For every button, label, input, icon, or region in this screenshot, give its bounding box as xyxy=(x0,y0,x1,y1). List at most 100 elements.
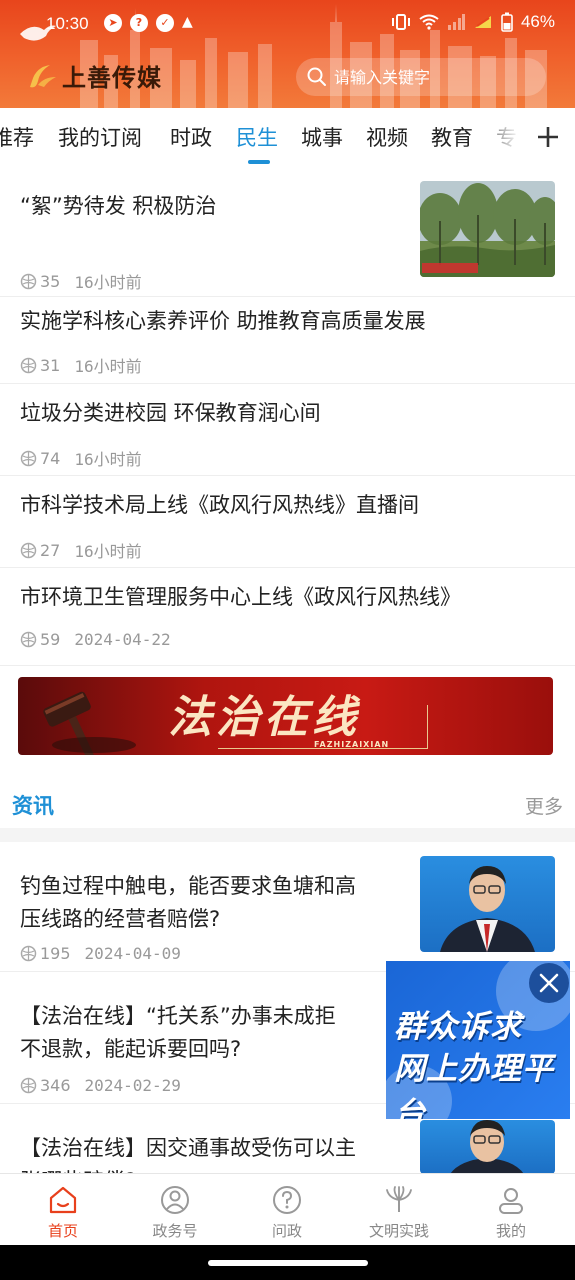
tabs-fade xyxy=(470,108,520,166)
search-input[interactable] xyxy=(334,67,534,87)
publish-time: 16小时前 xyxy=(74,542,142,561)
ad-line2: 网上办理平台 xyxy=(394,1051,554,1119)
news-title: 市科学技术局上线《政风行风热线》直播间 xyxy=(20,493,419,517)
government-account-icon xyxy=(161,1186,189,1214)
news-title: 市环境卫生管理服务中心上线《政风行风热线》 xyxy=(20,585,461,609)
news-title: 垃圾分类进校园 环保教育润心间 xyxy=(20,401,321,425)
view-count: 31 xyxy=(40,355,61,375)
nav-government-account[interactable]: 政务号 xyxy=(135,1184,215,1241)
news-thumbnail xyxy=(420,181,555,277)
close-icon xyxy=(539,973,559,993)
nav-profile[interactable]: 我的 xyxy=(471,1184,551,1241)
tab-education[interactable]: 教育 xyxy=(431,122,473,152)
active-tab-indicator xyxy=(248,160,270,164)
lawyer-portrait xyxy=(420,856,555,952)
search-icon xyxy=(307,67,326,86)
info-section-header: 资讯 更多 xyxy=(0,778,575,828)
publish-time: 16小时前 xyxy=(74,357,142,376)
views-icon xyxy=(20,273,37,289)
vibrate-icon xyxy=(391,14,410,30)
home-gesture-handle[interactable] xyxy=(208,1260,368,1266)
news-item[interactable]: “絮”势待发 积极防治 35 16小时前 xyxy=(0,166,575,297)
more-link[interactable]: 更多 xyxy=(525,792,563,819)
view-count: 35 xyxy=(40,271,61,291)
nav-label: 问政 xyxy=(271,1222,302,1240)
gavel-icon xyxy=(43,691,136,755)
ad-line1: 群众诉求 xyxy=(394,1009,522,1045)
nav-civilization-practice[interactable]: 文明实践 xyxy=(359,1184,439,1241)
plus-icon xyxy=(537,127,558,147)
news-meta: 59 2024-04-22 xyxy=(20,630,171,649)
views-icon xyxy=(20,945,37,962)
news-item[interactable]: 市科学技术局上线《政风行风热线》直播间 27 16小时前 xyxy=(0,476,575,568)
news-title-line1: 钓鱼过程中触电，能否要求鱼塘和高 xyxy=(20,874,356,898)
news-title: “絮”势待发 积极防治 xyxy=(20,194,217,218)
home-icon xyxy=(49,1186,77,1214)
news-meta: 74 16小时前 xyxy=(20,446,142,470)
news-meta: 27 16小时前 xyxy=(20,538,142,562)
wifi-icon xyxy=(419,14,439,30)
section-title: 资讯 xyxy=(12,794,54,818)
news-item[interactable]: 市环境卫生管理服务中心上线《政风行风热线》 59 2024-04-22 xyxy=(0,568,575,666)
search-box[interactable] xyxy=(296,58,546,96)
publish-time: 2024-04-22 xyxy=(74,630,171,649)
nav-label: 文明实践 xyxy=(368,1222,429,1240)
nav-label: 政务号 xyxy=(152,1222,198,1240)
publish-time: 2024-04-09 xyxy=(84,944,181,963)
civilization-practice-icon xyxy=(386,1186,412,1212)
profile-icon xyxy=(499,1188,523,1214)
lawyer-portrait xyxy=(420,1120,555,1174)
question-icon xyxy=(273,1186,301,1214)
view-count: 74 xyxy=(40,448,61,468)
tab-subscriptions[interactable]: 我的订阅 xyxy=(58,122,142,152)
status-right: 46% xyxy=(391,12,555,32)
publish-time: 16小时前 xyxy=(74,273,142,292)
views-icon xyxy=(20,542,37,558)
help-icon: ? xyxy=(130,14,148,32)
law-online-banner[interactable]: 法治在线 FAZHIZAIXIAN xyxy=(18,677,553,755)
add-tab-button[interactable] xyxy=(520,108,575,166)
battery-icon xyxy=(501,12,513,32)
bottom-navigation: 首页 政务号 问政 文明实践 我的 xyxy=(0,1173,575,1245)
news-meta: 195 2024-04-09 xyxy=(20,944,181,963)
views-icon xyxy=(20,631,37,648)
app-name: 上善传媒 xyxy=(62,63,162,92)
news-meta: 31 16小时前 xyxy=(20,353,142,377)
views-icon xyxy=(20,357,37,373)
banner-subtitle: FAZHIZAIXIAN xyxy=(314,740,390,749)
close-ad-button[interactable] xyxy=(529,963,569,1003)
tab-video[interactable]: 视频 xyxy=(366,122,408,152)
tab-livelihood[interactable]: 民生 xyxy=(236,122,278,152)
banner-title: 法治在线 xyxy=(168,692,360,743)
news-title-line1: 【法治在线】“托关系”办事未成拒 xyxy=(20,1004,336,1028)
views-icon xyxy=(20,1077,37,1094)
app-screen: 10:30 ➤ ? ✓ ▲ 46% 上善传媒 请输入关键字 推荐 我的订阅 时政… xyxy=(0,0,575,1280)
warning-icon: ▲ xyxy=(182,14,193,30)
news-item[interactable]: 实施学科核心素养评价 助推教育高质量发展 31 16小时前 xyxy=(0,297,575,384)
tab-politics[interactable]: 时政 xyxy=(170,122,212,152)
news-title-line2: 不退款，能起诉要回吗? xyxy=(20,1037,242,1061)
view-count: 195 xyxy=(40,944,71,963)
logo-mark-icon xyxy=(30,64,56,87)
signal-icon xyxy=(447,14,465,30)
willow-trees-image xyxy=(420,181,555,277)
news-meta: 35 16小时前 xyxy=(20,269,142,293)
tab-city[interactable]: 城事 xyxy=(301,122,343,152)
tab-recommend[interactable]: 推荐 xyxy=(0,122,34,152)
views-icon xyxy=(20,450,37,466)
news-meta: 346 2024-02-29 xyxy=(20,1076,181,1095)
news-title-line1: 【法治在线】因交通事故受伤可以主 xyxy=(20,1136,356,1160)
status-time: 10:30 xyxy=(46,14,89,33)
info-news-item[interactable]: 钓鱼过程中触电，能否要求鱼塘和高 压线路的经营者赔偿? 195 2024-04-… xyxy=(0,842,575,972)
view-count: 27 xyxy=(40,540,61,560)
publish-time: 16小时前 xyxy=(74,450,142,469)
nav-home[interactable]: 首页 xyxy=(23,1184,103,1241)
nav-label: 我的 xyxy=(495,1222,526,1240)
nav-inquiry[interactable]: 问政 xyxy=(247,1184,327,1241)
person-photo xyxy=(440,866,535,952)
app-logo[interactable]: 上善传媒 xyxy=(26,58,162,93)
nav-label: 首页 xyxy=(47,1222,78,1240)
check-icon: ✓ xyxy=(156,14,174,32)
news-item[interactable]: 垃圾分类进校园 环保教育润心间 74 16小时前 xyxy=(0,384,575,476)
section-divider xyxy=(0,828,575,842)
